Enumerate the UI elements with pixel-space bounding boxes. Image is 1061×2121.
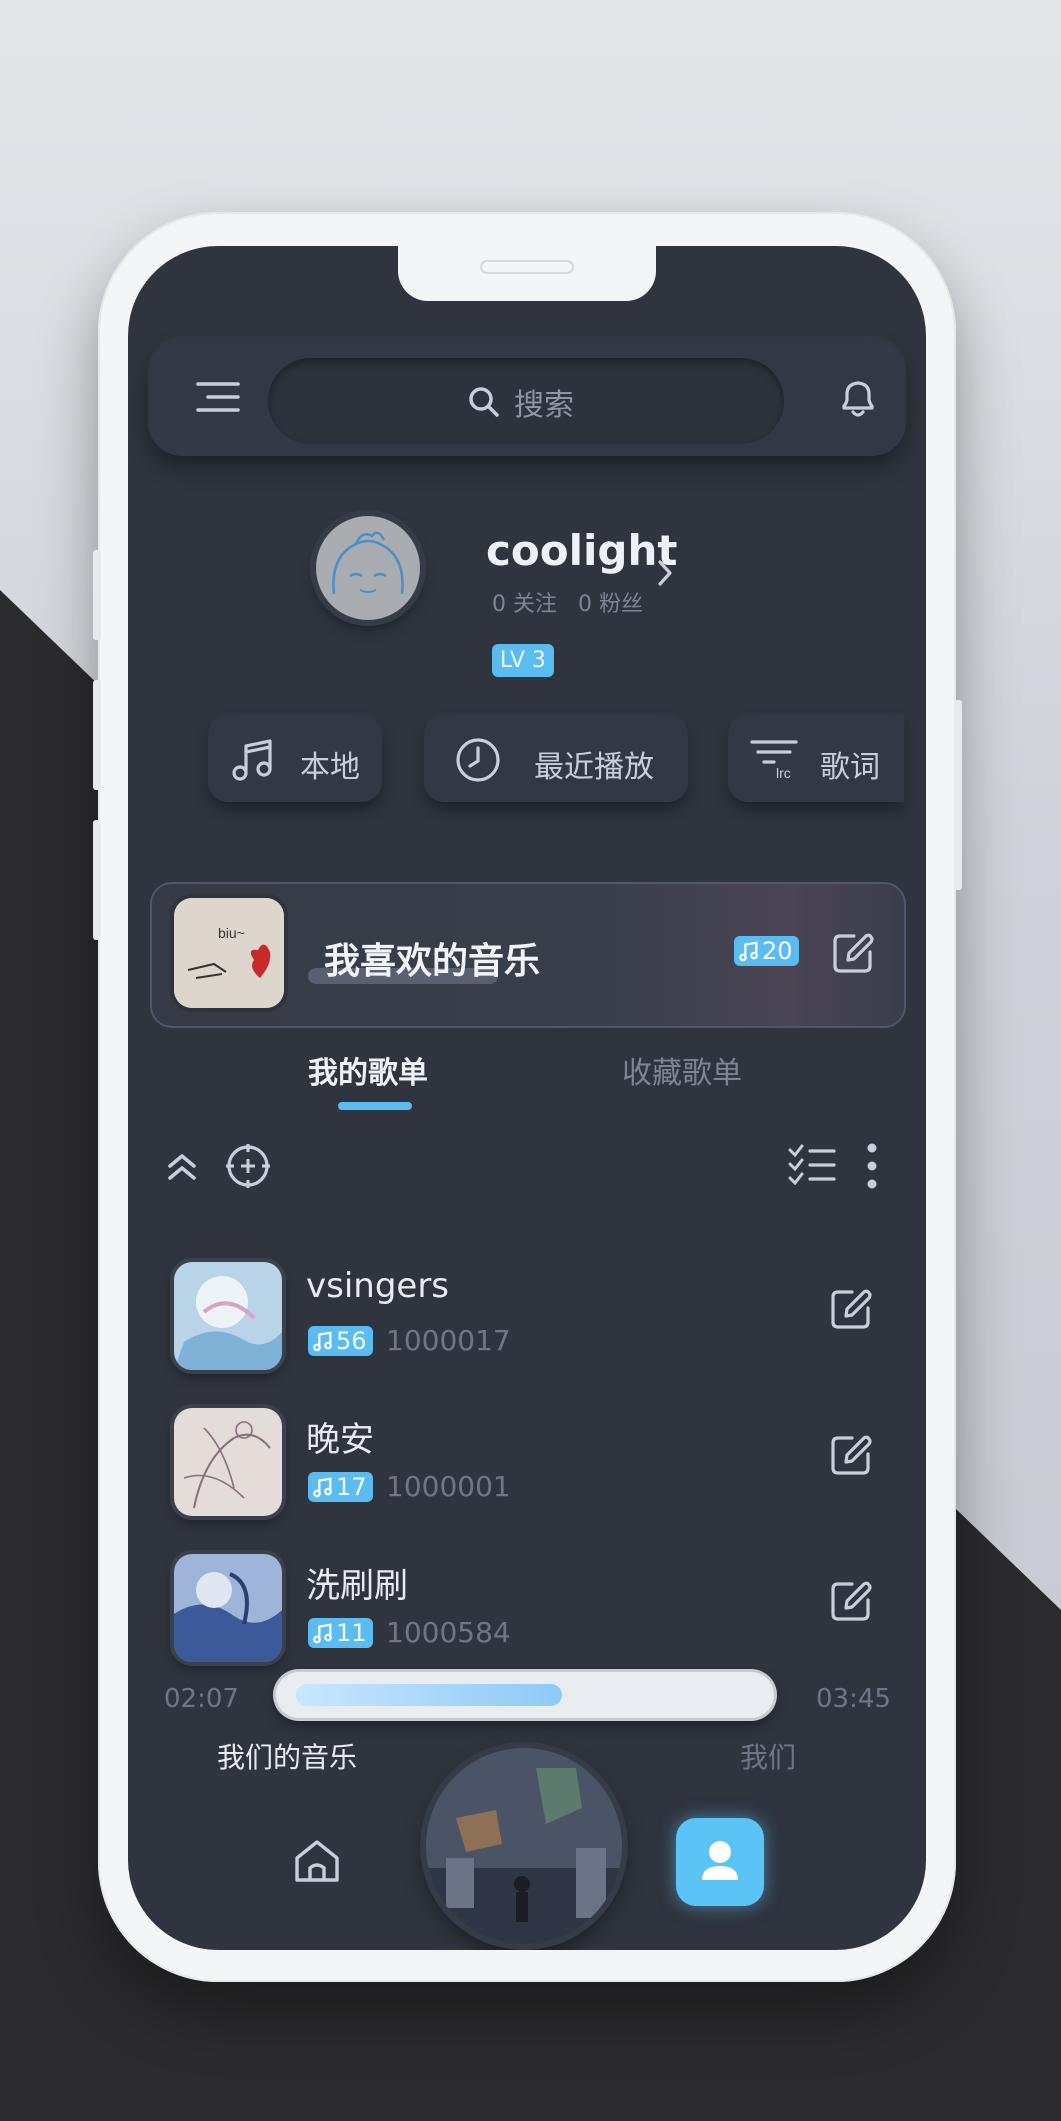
collapse-up-icon[interactable]: [164, 1148, 200, 1184]
music-note-icon: [313, 1331, 332, 1352]
username[interactable]: coolight: [486, 526, 677, 575]
phone-side-button: [93, 680, 101, 790]
next-song-title[interactable]: 我们: [740, 1736, 796, 1776]
quick-action-lyrics[interactable]: lrc 歌词: [728, 716, 904, 802]
multi-select-icon[interactable]: [788, 1142, 836, 1188]
chevron-right-icon[interactable]: [656, 558, 674, 588]
playlist-cover: [174, 1408, 282, 1516]
quick-action-local[interactable]: 本地: [208, 716, 382, 802]
tab-indicator: [338, 1102, 412, 1110]
playlist-row[interactable]: 洗刷刷 11 1000584: [128, 1548, 926, 1678]
level-badge: LV 3: [492, 644, 554, 677]
cover-text: biu~: [218, 925, 245, 941]
edit-icon[interactable]: [828, 1578, 874, 1624]
music-note-icon: [739, 941, 758, 962]
favorites-cover: biu~: [174, 898, 284, 1008]
phone-power-button: [954, 700, 962, 890]
playlist-cover: [174, 1554, 282, 1662]
playlist-name: 洗刷刷: [306, 1566, 408, 1606]
song-count: 11: [336, 1619, 367, 1647]
tab-collected-playlists[interactable]: 收藏歌单: [622, 1048, 742, 1092]
song-count-badge: 17: [308, 1472, 373, 1502]
song-count: 20: [762, 937, 793, 965]
tab-my-playlists[interactable]: 我的歌单: [308, 1048, 428, 1092]
playlist-id: 1000584: [386, 1616, 511, 1649]
song-count-badge: 11: [308, 1618, 373, 1648]
speaker: [480, 260, 574, 274]
following-count[interactable]: 0 关注: [492, 592, 557, 617]
song-count: 17: [336, 1473, 367, 1501]
now-playing-disc[interactable]: [426, 1748, 622, 1944]
home-icon[interactable]: [292, 1836, 342, 1886]
search-icon: [469, 387, 499, 417]
music-note-icon: [232, 739, 272, 781]
progress-bar[interactable]: [276, 1672, 774, 1718]
song-count-badge: 20: [734, 936, 799, 966]
playlist-row[interactable]: vsingers 56 1000017: [128, 1256, 926, 1386]
playlist-cover: [174, 1262, 282, 1370]
avatar[interactable]: [316, 516, 420, 620]
edit-icon[interactable]: [830, 930, 876, 976]
locate-icon[interactable]: [224, 1142, 272, 1190]
followers-count[interactable]: 0 粉丝: [578, 592, 643, 617]
quick-action-label: 本地: [300, 750, 360, 785]
app-screen: 搜索 coolight 0 关注 0 粉丝 LV 3 本地 最近播放 lrc 歌…: [128, 246, 926, 1950]
more-vertical-icon[interactable]: [866, 1142, 878, 1190]
bell-icon[interactable]: [836, 376, 880, 420]
top-bar: 搜索: [148, 338, 906, 456]
search-input[interactable]: 搜索: [268, 358, 784, 444]
phone-side-button: [93, 550, 101, 640]
current-time: 02:07: [164, 1684, 239, 1714]
playlist-name: vsingers: [306, 1266, 450, 1306]
edit-icon[interactable]: [828, 1286, 874, 1332]
song-count: 56: [336, 1327, 367, 1355]
music-note-icon: [313, 1477, 332, 1498]
quick-action-label: 歌词: [820, 750, 880, 785]
song-count-badge: 56: [308, 1326, 373, 1356]
quick-action-recent[interactable]: 最近播放: [424, 716, 688, 802]
progress-fill: [296, 1684, 562, 1706]
favorites-card[interactable]: biu~ 我喜欢的音乐 20: [150, 882, 906, 1028]
follow-stats: 0 关注 0 粉丝: [492, 586, 657, 618]
svg-text:lrc: lrc: [776, 765, 791, 781]
menu-icon[interactable]: [196, 380, 240, 414]
lyrics-icon: lrc: [750, 740, 798, 781]
edit-icon[interactable]: [828, 1432, 874, 1478]
music-note-icon: [313, 1623, 332, 1644]
playlist-row[interactable]: 晚安 17 1000001: [128, 1402, 926, 1532]
search-placeholder: 搜索: [514, 388, 574, 423]
total-time: 03:45: [816, 1684, 891, 1714]
current-song-title[interactable]: 我们的音乐: [217, 1736, 357, 1776]
phone-side-button: [93, 820, 101, 940]
quick-action-label: 最近播放: [534, 750, 654, 785]
clock-icon: [456, 738, 500, 782]
playlist-name: 晚安: [306, 1420, 374, 1460]
user-icon: [702, 1841, 738, 1880]
favorites-title: 我喜欢的音乐: [324, 941, 541, 982]
profile-nav-button[interactable]: [676, 1818, 764, 1906]
playlist-id: 1000017: [386, 1324, 511, 1357]
playlist-id: 1000001: [386, 1470, 511, 1503]
